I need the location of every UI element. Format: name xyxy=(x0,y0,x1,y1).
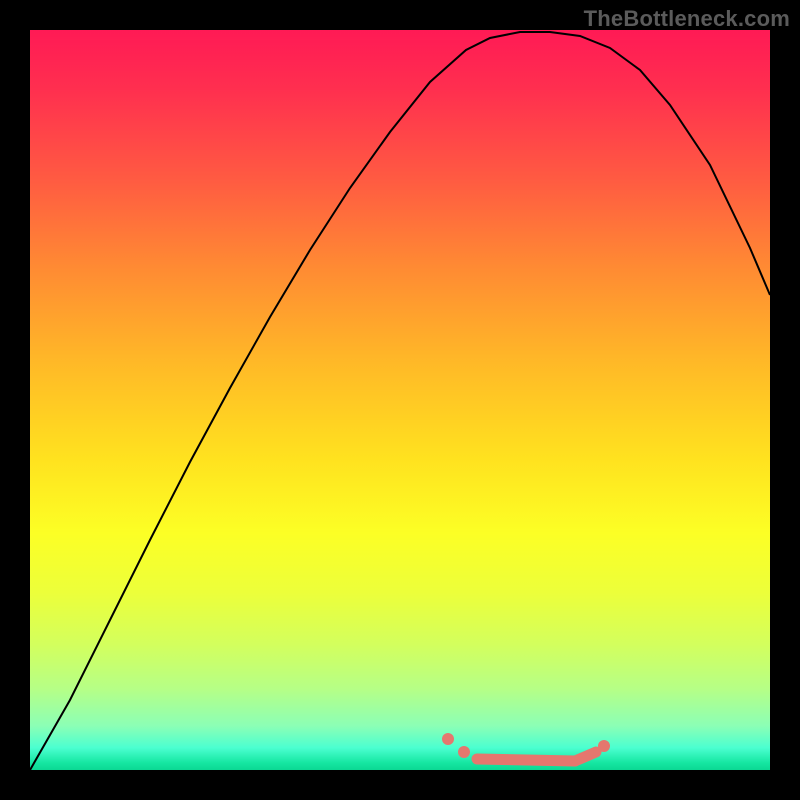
bottleneck-curve xyxy=(30,32,770,770)
marker-segment xyxy=(575,752,596,761)
chart-frame: TheBottleneck.com xyxy=(0,0,800,800)
curve-svg xyxy=(30,30,770,770)
marker-dot xyxy=(442,733,454,745)
marker-dot xyxy=(598,740,610,752)
plot-area xyxy=(30,30,770,770)
marker-dot xyxy=(458,746,470,758)
watermark-text: TheBottleneck.com xyxy=(584,6,790,32)
optimal-range-markers xyxy=(442,733,610,761)
marker-segment xyxy=(477,759,575,761)
